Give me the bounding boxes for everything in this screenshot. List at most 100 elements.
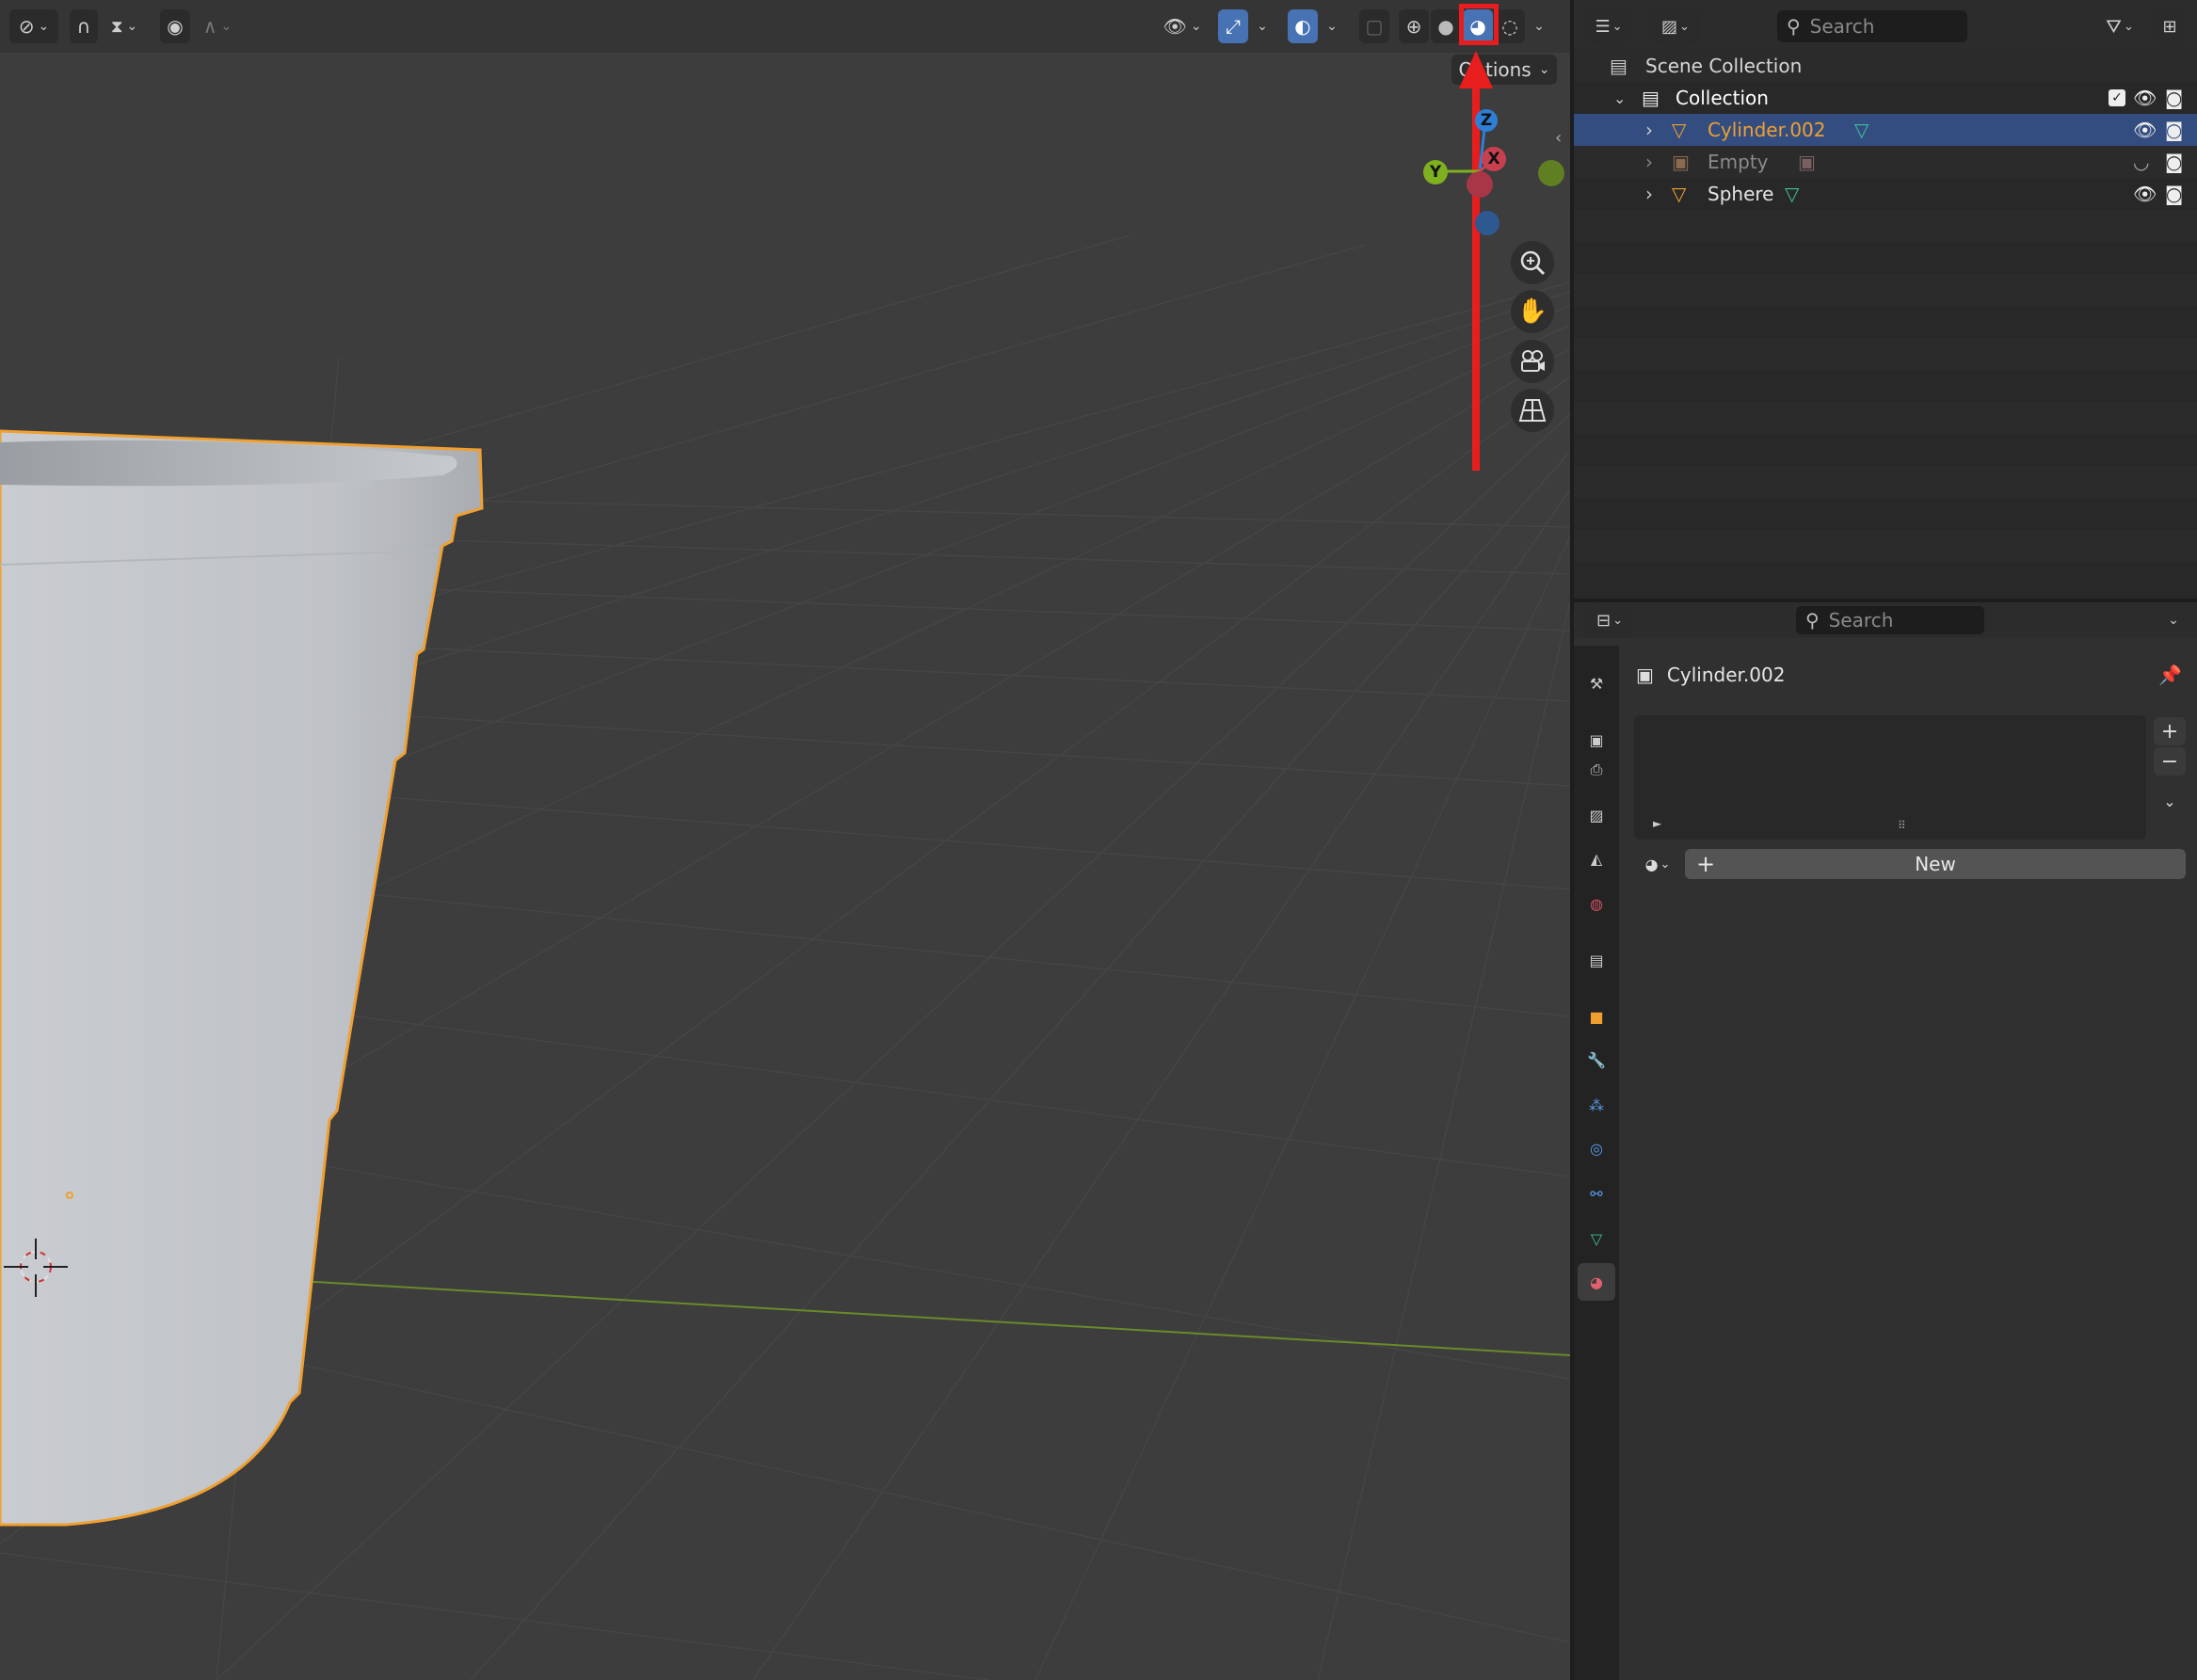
solid-shading-button[interactable]: ●: [1431, 9, 1461, 43]
scene-collection-icon: ▤: [1610, 55, 1628, 77]
pan-button[interactable]: ✋: [1511, 290, 1554, 333]
outliner-search-input[interactable]: ⚲ Search: [1777, 10, 1967, 42]
3d-viewport[interactable]: ⊘ ⌄ ∩ ⧗ ⌄ ◉ ∧ ⌄ 👁 ⌄ ⤢ ⌄ ◐ ⌄ ▢ ⊕ ● ◕ ◌ ⌄ …: [0, 0, 1570, 1680]
material-specials-dropdown[interactable]: ⌄: [2154, 787, 2186, 815]
snap-increment-button[interactable]: ⧗ ⌄: [100, 9, 149, 43]
overlay-icon: ◐: [1294, 15, 1311, 38]
outliner-row-scene-collection[interactable]: ▤ Scene Collection: [1574, 50, 2197, 82]
gizmo-icon: ⤢: [1226, 15, 1241, 38]
visibility-eye-icon[interactable]: 👁: [2133, 183, 2157, 205]
gizmo-toggle-button[interactable]: ⤢: [1218, 9, 1248, 43]
transform-pivot-button[interactable]: ⊘ ⌄: [9, 9, 58, 43]
browse-material-button[interactable]: ◕ ⌄: [1634, 849, 1681, 879]
exclude-checkbox-icon[interactable]: ✓: [2109, 89, 2125, 106]
overlay-dropdown[interactable]: ⌄: [1320, 9, 1344, 43]
collapse-chevron-icon[interactable]: ⌄: [1613, 89, 1626, 107]
selectability-button[interactable]: 👁 ⌄: [1158, 9, 1207, 43]
falloff-button[interactable]: ∧ ⌄: [194, 9, 241, 43]
plus-icon: +: [1696, 851, 1716, 877]
tab-world[interactable]: ◍: [1578, 885, 1615, 922]
properties-options-dropdown[interactable]: ⌄: [2159, 606, 2188, 634]
expand-chevron-icon[interactable]: ›: [1645, 119, 1653, 141]
filter-button[interactable]: ⛛ ⌄: [2095, 9, 2144, 43]
camera-view-button[interactable]: [1511, 340, 1554, 383]
outliner-row-sphere[interactable]: › ▽ Sphere ▽ 👁 ◙: [1574, 178, 2197, 210]
wireframe-shading-icon: ⊕: [1405, 15, 1422, 38]
tab-particles[interactable]: ⁂: [1578, 1086, 1615, 1124]
new-collection-icon: ⊞: [2162, 16, 2177, 37]
expand-chevron-icon[interactable]: ›: [1645, 151, 1653, 173]
tab-modifier[interactable]: 🔧: [1578, 1041, 1615, 1079]
proportional-edit-button[interactable]: ◉: [160, 9, 190, 43]
chevron-down-icon: ⌄: [1190, 19, 1202, 34]
row-label: Collection: [1676, 87, 1769, 109]
gizmo-neg-x-axis[interactable]: [1467, 171, 1493, 198]
viewport-scene[interactable]: [0, 0, 1570, 1680]
chevron-down-icon: ⌄: [1660, 856, 1671, 872]
outliner-row-collection[interactable]: ⌄ ▤ Collection ✓ 👁 ◙: [1574, 82, 2197, 114]
render-camera-icon[interactable]: ◙: [2165, 119, 2183, 141]
mesh-data-icon[interactable]: ▽: [1854, 119, 1868, 141]
zoom-button[interactable]: [1511, 241, 1554, 284]
expand-triangle-icon[interactable]: ►: [1653, 817, 1661, 830]
cylinder-object[interactable]: [0, 429, 484, 1527]
rendered-shading-button[interactable]: ◌: [1495, 9, 1525, 43]
properties-panel[interactable]: ⊟ ⌄ ⚲ Search ⌄ ⚒ ▣ ⎙ ▨ ◭ ◍ ▤ ■ 🔧 ⁂ ◎ ⚯ ▽ …: [1574, 602, 2197, 1680]
visibility-eye-icon[interactable]: 👁: [2133, 119, 2157, 141]
render-camera-icon[interactable]: ◙: [2165, 151, 2183, 173]
row-label: Sphere: [1708, 183, 1774, 205]
remove-material-slot-button[interactable]: −: [2154, 747, 2186, 776]
tab-tool[interactable]: ⚒: [1578, 664, 1615, 702]
transform-pivot-icon: ⊘: [18, 15, 35, 38]
chevron-down-icon: ⌄: [1612, 613, 1623, 628]
gizmo-z-axis[interactable]: Z: [1475, 109, 1498, 132]
gizmo-x-axis[interactable]: X: [1482, 147, 1506, 171]
gizmo-dropdown[interactable]: ⌄: [1250, 9, 1275, 43]
overlay-toggle-button[interactable]: ◐: [1288, 9, 1318, 43]
tab-scene[interactable]: ◭: [1578, 840, 1615, 877]
expand-chevron-icon[interactable]: ›: [1645, 183, 1653, 205]
gizmo-neg-y-axis[interactable]: [1538, 160, 1564, 186]
search-icon: ⚲: [1787, 15, 1801, 38]
sidebar-toggle-icon[interactable]: ‹: [1555, 128, 1562, 148]
render-camera-icon[interactable]: ◙: [2165, 183, 2183, 205]
tab-data[interactable]: ▽: [1578, 1220, 1615, 1257]
properties-editor-type-button[interactable]: ⊟ ⌄: [1587, 606, 1632, 634]
outliner-search-placeholder: Search: [1809, 15, 1875, 38]
proportional-edit-icon: ◉: [167, 15, 184, 38]
new-collection-button[interactable]: ⊞: [2154, 9, 2186, 43]
new-material-button[interactable]: + New: [1685, 849, 2186, 879]
render-camera-icon[interactable]: ◙: [2165, 87, 2183, 109]
resize-handle-icon[interactable]: ⠿: [1898, 819, 1906, 832]
navigation-gizmo[interactable]: Z Y X: [1412, 94, 1564, 245]
tab-object[interactable]: ■: [1578, 998, 1615, 1035]
gizmo-y-label: Y: [1429, 163, 1442, 182]
image-data-icon[interactable]: ▣: [1798, 151, 1816, 173]
gizmo-neg-z-axis[interactable]: [1475, 211, 1499, 235]
add-material-slot-button[interactable]: +: [2154, 717, 2186, 745]
tab-material[interactable]: ◕: [1578, 1263, 1615, 1301]
outliner-row-empty[interactable]: › ▣ Empty ▣ ◡ ◙: [1574, 146, 2197, 178]
tab-view-layer[interactable]: ▨: [1578, 796, 1615, 834]
tab-output[interactable]: ⎙: [1578, 751, 1615, 789]
mesh-data-icon[interactable]: ▽: [1785, 183, 1799, 205]
shading-dropdown[interactable]: ⌄: [1527, 9, 1551, 43]
material-slot-list[interactable]: ► ⠿: [1634, 715, 2146, 840]
tab-constraints[interactable]: ⚯: [1578, 1175, 1615, 1212]
visibility-eye-icon[interactable]: 👁: [2133, 87, 2157, 109]
outliner-row-cylinder[interactable]: › ▽ Cylinder.002 ▽ 👁 ◙: [1574, 114, 2197, 146]
wireframe-shading-button[interactable]: ⊕: [1399, 9, 1429, 43]
gizmo-y-axis[interactable]: Y: [1423, 160, 1448, 184]
tab-collection[interactable]: ▤: [1578, 941, 1615, 979]
outliner-panel[interactable]: ☰ ⌄ ▨ ⌄ ⚲ Search ⛛ ⌄ ⊞ ▤ Scene Collection ⌄…: [1574, 0, 2197, 599]
hidden-eye-icon[interactable]: ◡: [2133, 151, 2149, 173]
perspective-toggle-button[interactable]: [1511, 389, 1554, 432]
tab-physics[interactable]: ◎: [1578, 1129, 1615, 1167]
pin-icon[interactable]: 📌: [2158, 664, 2182, 686]
snap-toggle-button[interactable]: ∩: [70, 9, 98, 43]
collection-icon: ▤: [1642, 87, 1660, 109]
properties-search-input[interactable]: ⚲ Search: [1796, 606, 1984, 634]
xray-toggle-button[interactable]: ▢: [1359, 9, 1389, 43]
display-mode-button[interactable]: ▨ ⌄: [1651, 9, 1700, 43]
editor-type-button[interactable]: ☰ ⌄: [1587, 9, 1630, 43]
